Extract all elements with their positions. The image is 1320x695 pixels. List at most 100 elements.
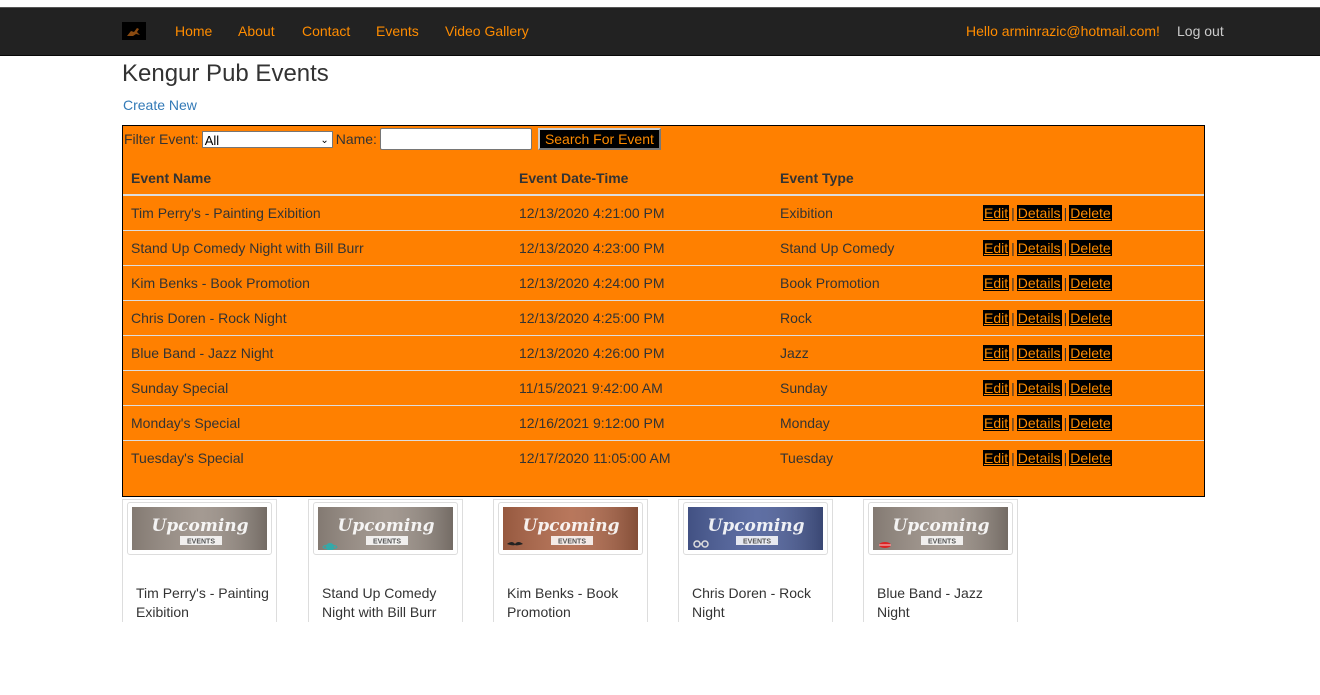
event-datetime-cell: 12/13/2020 4:25:00 PM (511, 300, 772, 336)
edit-link[interactable]: Edit (983, 310, 1010, 326)
action-separator: | (1011, 205, 1015, 221)
delete-link[interactable]: Delete (1069, 380, 1112, 396)
event-thumbnail[interactable]: Upcoming EVENTS (127, 502, 272, 555)
row-actions: Edit | Details | Delete (975, 195, 1204, 231)
delete-link[interactable]: Delete (1069, 275, 1112, 291)
details-link[interactable]: Details (1016, 450, 1062, 466)
kangaroo-logo-icon[interactable] (122, 22, 146, 40)
header-event-type: Event Type (772, 161, 975, 196)
banner-text: Upcoming (707, 516, 804, 536)
event-thumbnail[interactable]: Upcoming EVENTS (313, 502, 458, 555)
delete-link[interactable]: Delete (1069, 345, 1112, 361)
event-card[interactable]: Upcoming EVENTS Blue Band - Jazz Night (863, 499, 1018, 622)
event-datetime-cell: 12/13/2020 4:24:00 PM (511, 265, 772, 301)
event-name-cell: Sunday Special (123, 370, 511, 406)
filter-event-label: Filter Event: (124, 131, 199, 147)
table-row: Chris Doren - Rock Night 12/13/2020 4:25:… (123, 300, 1204, 336)
event-card-title: Blue Band - Jazz Night (877, 585, 983, 620)
row-actions: Edit | Details | Delete (975, 405, 1204, 441)
edit-link[interactable]: Edit (983, 240, 1010, 256)
event-card[interactable]: Upcoming EVENTS Kim Benks - Book Promotion (493, 499, 648, 622)
header-event-name: Event Name (123, 161, 511, 196)
event-card[interactable]: Upcoming EVENTS Stand Up Comedy Night with… (308, 499, 463, 622)
row-actions: Edit | Details | Delete (975, 265, 1204, 301)
edit-link[interactable]: Edit (983, 415, 1010, 431)
event-type-cell: Monday (772, 405, 975, 441)
logout-link[interactable]: Log out (1177, 23, 1224, 39)
event-card-title: Tim Perry's - Painting Exibition (136, 585, 269, 620)
events-table: Event Name Event Date-Time Event Type Ti… (123, 161, 1204, 475)
event-name-cell: Monday's Special (123, 405, 511, 441)
event-name-cell: Blue Band - Jazz Night (123, 335, 511, 371)
banner-subtext: EVENTS (928, 539, 956, 546)
details-link[interactable]: Details (1016, 275, 1062, 291)
action-separator: | (1011, 240, 1015, 256)
delete-link[interactable]: Delete (1069, 240, 1112, 256)
event-type-cell: Jazz (772, 335, 975, 371)
banner-text: Upcoming (337, 516, 434, 536)
event-datetime-cell: 12/13/2020 4:21:00 PM (519, 205, 665, 221)
event-name-cell: Kim Benks - Book Promotion (123, 265, 511, 301)
event-type-select[interactable]: All ⌄ (201, 130, 333, 148)
name-search-input[interactable] (379, 128, 532, 150)
event-datetime-cell: 12/16/2021 9:12:00 PM (511, 405, 772, 441)
banner-text: Upcoming (892, 516, 989, 536)
user-greeting-link[interactable]: Hello arminrazic@hotmail.com! (966, 23, 1160, 39)
create-new-link[interactable]: Create New (123, 97, 197, 113)
event-name-cell: Tuesday's Special (123, 440, 511, 475)
nav-home[interactable]: Home (175, 23, 212, 39)
events-table-body: Tim Perry's - Painting Exibition 12/13/20… (123, 195, 1204, 475)
details-link[interactable]: Details (1016, 380, 1062, 396)
details-link[interactable]: Details (1016, 240, 1062, 256)
edit-link[interactable]: Edit (983, 380, 1010, 396)
event-card-title: Kim Benks - Book Promotion (507, 585, 619, 620)
delete-link[interactable]: Delete (1069, 450, 1112, 466)
edit-link[interactable]: Edit (983, 205, 1010, 221)
header-actions (975, 161, 1204, 196)
banner-text: Upcoming (151, 516, 248, 536)
edit-link[interactable]: Edit (983, 275, 1010, 291)
details-link[interactable]: Details (1016, 345, 1062, 361)
nav-events[interactable]: Events (376, 23, 419, 39)
event-thumbnail[interactable]: Upcoming EVENTS (868, 502, 1013, 555)
event-type-cell: Tuesday (772, 440, 975, 475)
event-type-cell: Exibition (780, 205, 833, 221)
event-datetime-cell: 11/15/2021 9:42:00 AM (511, 370, 772, 406)
event-thumbnail[interactable]: Upcoming EVENTS (683, 502, 828, 555)
delete-link[interactable]: Delete (1069, 415, 1112, 431)
details-link[interactable]: Details (1016, 205, 1062, 221)
delete-link[interactable]: Delete (1069, 310, 1112, 326)
event-card-title: Stand Up Comedy Night with Bill Burr (322, 585, 437, 620)
event-card[interactable]: Upcoming EVENTS Chris Doren - Rock Night (678, 499, 833, 622)
edit-link[interactable]: Edit (983, 450, 1010, 466)
filter-form: Filter Event: All ⌄ Name: Search For Eve… (124, 126, 661, 152)
table-row: Kim Benks - Book Promotion 12/13/2020 4:2… (123, 265, 1204, 301)
nav-video-gallery[interactable]: Video Gallery (445, 23, 529, 39)
details-link[interactable]: Details (1016, 415, 1062, 431)
event-datetime-cell: 12/13/2020 4:23:00 PM (511, 230, 772, 266)
row-actions: Edit | Details | Delete (975, 230, 1204, 266)
page-title: Kengur Pub Events (122, 60, 329, 87)
banner-subtext: EVENTS (187, 539, 215, 546)
delete-link[interactable]: Delete (1069, 205, 1112, 221)
event-type-cell: Rock (772, 300, 975, 336)
row-actions: Edit | Details | Delete (975, 440, 1204, 475)
action-separator: | (1011, 310, 1015, 326)
event-card[interactable]: Upcoming EVENTS Tim Perry's - Painting Exi… (122, 499, 277, 622)
details-link[interactable]: Details (1016, 310, 1062, 326)
nav-about[interactable]: About (238, 23, 275, 39)
edit-link[interactable]: Edit (983, 345, 1010, 361)
search-for-event-button[interactable]: Search For Event (537, 128, 661, 150)
header-event-datetime: Event Date-Time (511, 161, 772, 196)
event-datetime-cell: 12/17/2020 11:05:00 AM (511, 440, 772, 475)
table-row: Stand Up Comedy Night with Bill Burr 12/1… (123, 230, 1204, 266)
event-type-cell: Stand Up Comedy (772, 230, 975, 266)
event-name-cell: Stand Up Comedy Night with Bill Burr (123, 230, 511, 266)
event-type-selected: All (204, 132, 220, 148)
nav-contact[interactable]: Contact (302, 23, 350, 39)
table-header-row: Event Name Event Date-Time Event Type (123, 161, 1204, 196)
table-row: Sunday Special 11/15/2021 9:42:00 AM Sunda… (123, 370, 1204, 406)
top-edge (0, 0, 1320, 8)
event-thumbnail[interactable]: Upcoming EVENTS (498, 502, 643, 555)
event-type-cell: Book Promotion (772, 265, 975, 301)
